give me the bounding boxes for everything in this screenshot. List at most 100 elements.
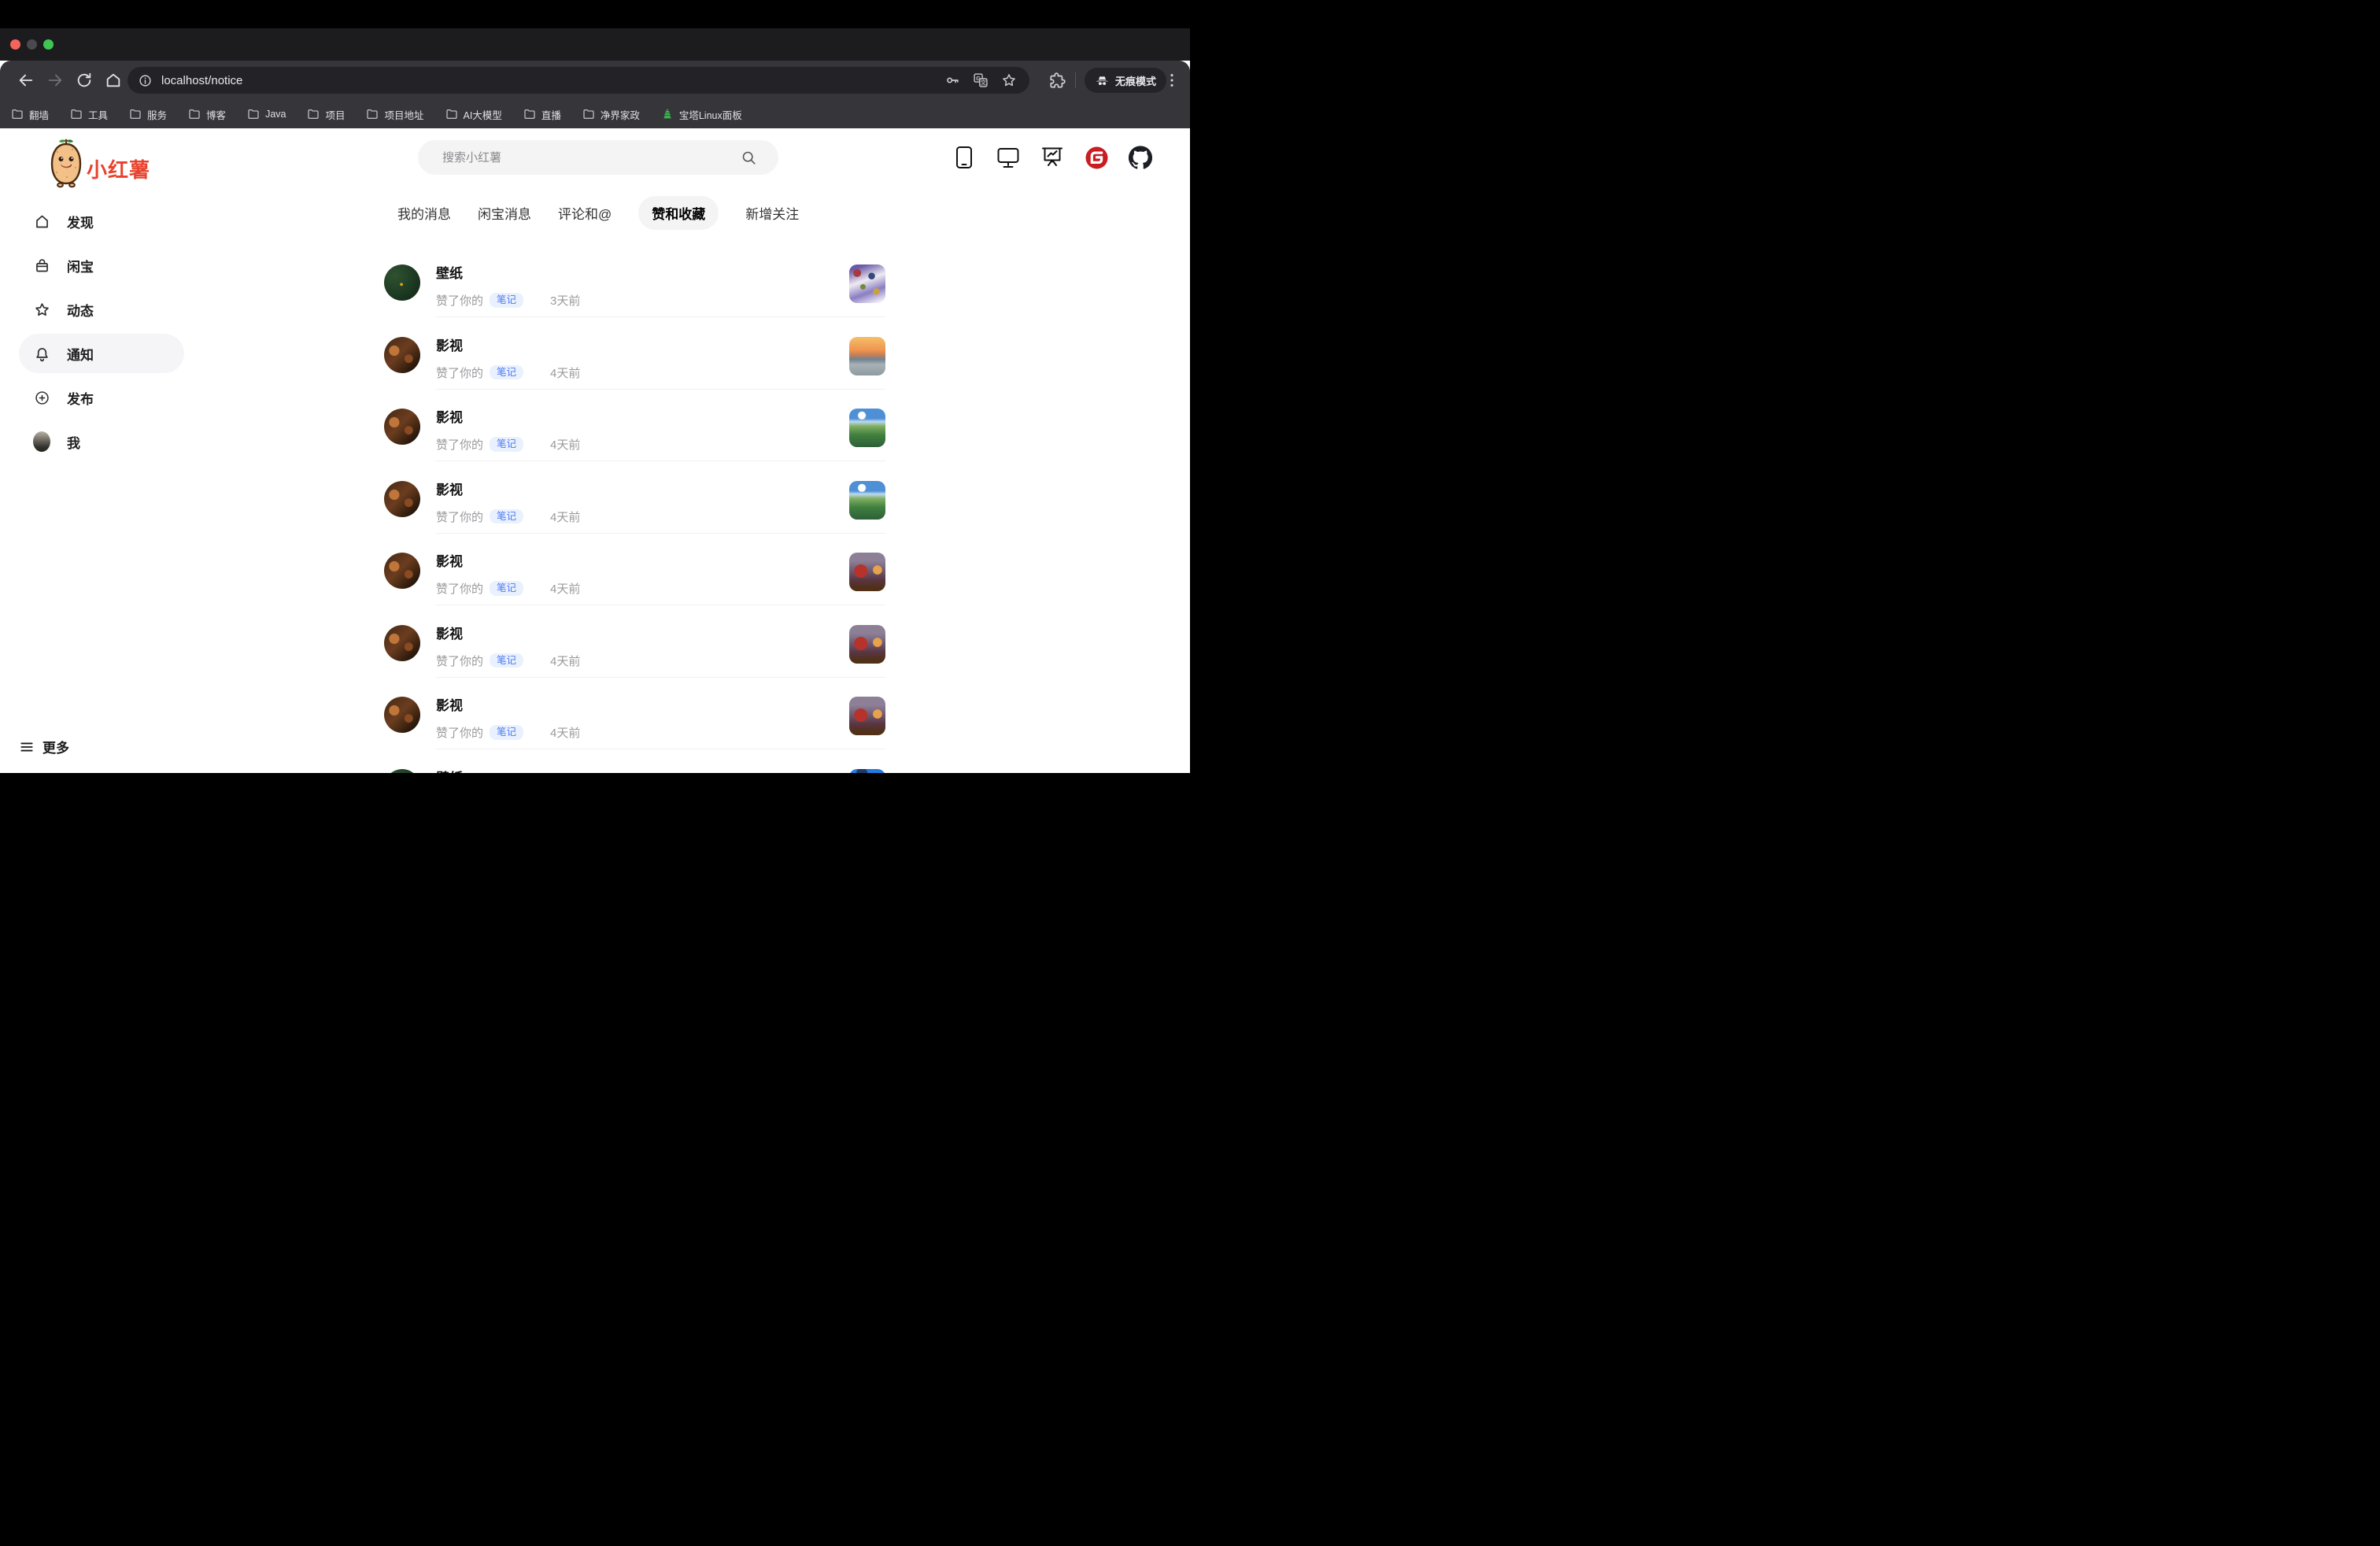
sender-avatar[interactable] xyxy=(384,409,420,445)
search-input[interactable] xyxy=(441,150,741,165)
message-tab[interactable]: 赞和收藏 xyxy=(638,196,719,230)
notification-row[interactable]: 影视 赞了你的 笔记 4天前 xyxy=(384,697,885,769)
bookmark-item[interactable]: 直播 xyxy=(523,107,561,122)
sender-name[interactable]: 影视 xyxy=(436,410,885,426)
sender-name[interactable]: 壁纸 xyxy=(436,266,885,282)
notification-row[interactable]: 壁纸 赞了你的 笔记 3天前 xyxy=(384,264,885,337)
note-thumbnail[interactable] xyxy=(849,337,885,375)
bookmark-item[interactable]: 博客 xyxy=(188,107,226,122)
sidebar-item[interactable]: 发现 xyxy=(19,202,184,241)
incognito-badge: 无痕模式 xyxy=(1085,68,1166,93)
message-tab[interactable]: 我的消息 xyxy=(397,196,451,230)
home-button[interactable] xyxy=(105,72,122,89)
mobile-phone-icon[interactable] xyxy=(952,146,976,169)
note-tag[interactable]: 笔记 xyxy=(490,365,523,380)
notification-meta: 赞了你的 笔记 3天前 xyxy=(436,292,885,309)
close-window-button[interactable] xyxy=(10,39,20,50)
sidebar-item[interactable]: 我 xyxy=(19,422,184,461)
sidebar-item-icon xyxy=(33,433,50,450)
app-logo-text[interactable]: 小红薯 xyxy=(87,154,150,183)
presentation-chart-icon[interactable] xyxy=(1040,146,1064,169)
note-thumbnail[interactable] xyxy=(849,481,885,520)
bookmark-item[interactable]: 净界家政 xyxy=(582,107,640,122)
monitor-icon[interactable] xyxy=(996,146,1020,169)
note-tag[interactable]: 笔记 xyxy=(490,437,523,452)
sidebar-item[interactable]: 闲宝 xyxy=(19,246,184,285)
message-tab[interactable]: 新增关注 xyxy=(745,196,799,230)
extensions-icon[interactable] xyxy=(1048,72,1066,89)
sidebar-item[interactable]: 发布 xyxy=(19,378,184,417)
message-tab[interactable]: 闲宝消息 xyxy=(478,196,531,230)
note-tag[interactable]: 笔记 xyxy=(490,653,523,668)
notification-row[interactable]: 影视 赞了你的 笔记 4天前 xyxy=(384,625,885,697)
bookmark-item[interactable]: 项目 xyxy=(307,107,345,122)
sidebar-item-label: 通知 xyxy=(67,344,94,364)
sender-name[interactable]: 影视 xyxy=(436,698,885,714)
notification-row[interactable]: 影视 赞了你的 笔记 4天前 xyxy=(384,337,885,409)
note-tag[interactable]: 笔记 xyxy=(490,509,523,524)
sender-name[interactable]: 影视 xyxy=(436,627,885,642)
note-tag[interactable]: 笔记 xyxy=(490,581,523,596)
sender-avatar[interactable] xyxy=(384,553,420,589)
note-tag[interactable]: 笔记 xyxy=(490,293,523,308)
minimize-window-button[interactable] xyxy=(27,39,37,50)
notification-list: 壁纸 赞了你的 笔记 3天前 影视 赞了你的 xyxy=(384,264,885,773)
sender-avatar[interactable] xyxy=(384,769,420,774)
more-button[interactable]: 更多 xyxy=(19,737,69,756)
sidebar-item[interactable]: 通知 xyxy=(19,334,184,373)
sidebar-item-icon xyxy=(33,345,50,362)
note-thumbnail[interactable] xyxy=(849,769,885,774)
bookmark-item[interactable]: 项目地址 xyxy=(366,107,423,122)
sender-avatar[interactable] xyxy=(384,337,420,373)
notification-row[interactable]: 影视 赞了你的 笔记 4天前 xyxy=(384,553,885,625)
notification-body: 影视 赞了你的 笔记 4天前 xyxy=(436,553,885,597)
action-text: 赞了你的 xyxy=(436,436,483,453)
zoom-window-button[interactable] xyxy=(43,39,54,50)
sender-avatar[interactable] xyxy=(384,697,420,733)
notification-meta: 赞了你的 笔记 4天前 xyxy=(436,364,885,381)
note-thumbnail[interactable] xyxy=(849,697,885,735)
notification-row[interactable]: 壁纸 xyxy=(384,769,885,774)
notification-row[interactable]: 影视 赞了你的 笔记 4天前 xyxy=(384,409,885,481)
browser-menu-icon[interactable] xyxy=(1163,72,1181,89)
sender-name[interactable]: 影视 xyxy=(436,338,885,354)
sender-avatar[interactable] xyxy=(384,625,420,661)
sender-name[interactable]: 影视 xyxy=(436,554,885,570)
bookmark-item[interactable]: 服务 xyxy=(129,107,167,122)
bookmark-item[interactable]: AI大模型 xyxy=(445,107,502,122)
search-icon[interactable] xyxy=(741,150,757,166)
back-button[interactable] xyxy=(17,72,35,89)
bookmark-item[interactable]: 工具 xyxy=(70,107,108,122)
bookmark-label: Java xyxy=(265,109,286,120)
note-thumbnail[interactable] xyxy=(849,409,885,447)
note-thumbnail[interactable] xyxy=(849,553,885,591)
notification-body: 影视 赞了你的 笔记 4天前 xyxy=(436,337,885,381)
sidebar-item-label: 发现 xyxy=(67,212,94,231)
bookmark-item[interactable]: 宝塔Linux面板 xyxy=(661,107,742,122)
note-tag[interactable]: 笔记 xyxy=(490,725,523,740)
sender-name[interactable]: 壁纸 xyxy=(436,771,885,774)
note-thumbnail[interactable] xyxy=(849,264,885,303)
bookmark-item[interactable]: Java xyxy=(247,108,286,120)
password-key-icon[interactable] xyxy=(944,72,960,88)
notification-row[interactable]: 影视 赞了你的 笔记 4天前 xyxy=(384,481,885,553)
reload-button[interactable] xyxy=(76,72,93,89)
bookmark-item[interactable]: 翻墙 xyxy=(11,107,49,122)
search-bar[interactable] xyxy=(418,140,778,175)
url-text[interactable]: localhost/notice xyxy=(161,74,944,87)
translate-icon[interactable]: G文 xyxy=(973,72,989,88)
message-tab[interactable]: 评论和@ xyxy=(558,196,612,230)
bookmark-star-icon[interactable] xyxy=(1001,72,1017,88)
forward-button[interactable] xyxy=(46,72,64,89)
sidebar-item[interactable]: 动态 xyxy=(19,290,184,329)
sender-avatar[interactable] xyxy=(384,264,420,301)
site-info-icon[interactable] xyxy=(139,74,152,87)
notification-meta: 赞了你的 笔记 4天前 xyxy=(436,509,885,525)
note-thumbnail[interactable] xyxy=(849,625,885,664)
url-bar[interactable]: localhost/notice G文 xyxy=(128,67,1029,94)
gitee-icon[interactable] xyxy=(1085,146,1108,169)
app-logo-potato[interactable] xyxy=(48,138,84,188)
sender-avatar[interactable] xyxy=(384,481,420,517)
github-icon[interactable] xyxy=(1129,146,1152,169)
sender-name[interactable]: 影视 xyxy=(436,483,885,498)
